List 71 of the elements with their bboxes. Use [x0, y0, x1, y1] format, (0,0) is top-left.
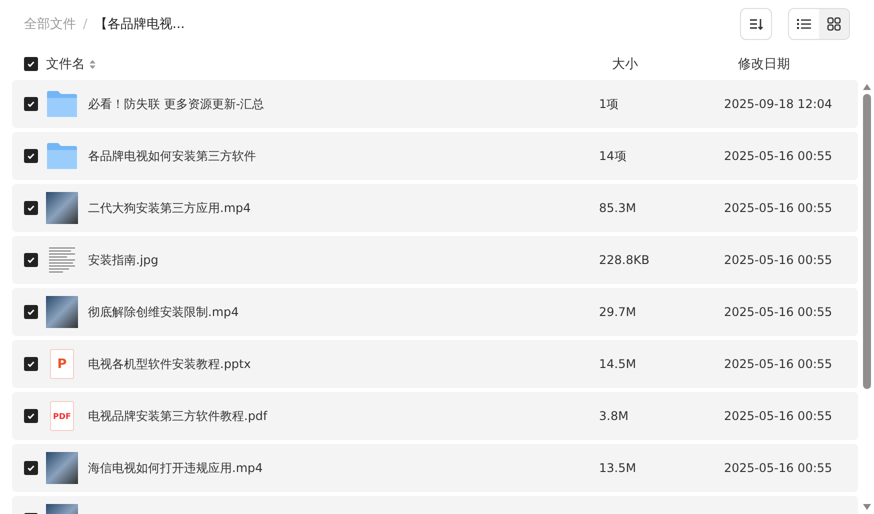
row-checkbox[interactable]	[24, 149, 38, 163]
modified-date: 2025-05-16 00:55	[724, 253, 832, 267]
file-row[interactable]: PDF 电视品牌安装第三方软件教程.pdf 3.8M 2025-05-16 00:55	[12, 392, 858, 440]
checkmark-icon	[27, 464, 35, 472]
file-row[interactable]: 彻底解除创维安装限制.mp4 29.7M 2025-05-16 00:55	[12, 288, 858, 336]
file-size: 228.8KB	[599, 253, 650, 267]
row-checkbox[interactable]	[24, 357, 38, 371]
checkmark-icon	[27, 100, 35, 108]
modified-date: 2025-09-18 12:04	[724, 97, 832, 111]
file-name[interactable]: 各品牌电视如何安装第三方软件	[88, 148, 599, 164]
file-size: 1项	[599, 96, 620, 112]
folder-icon	[46, 90, 78, 118]
select-all-checkbox[interactable]	[24, 57, 38, 71]
checkmark-icon	[27, 308, 35, 316]
scrollbar-thumb[interactable]	[863, 94, 871, 389]
file-name[interactable]: 电视各机型软件安装教程.pptx	[88, 356, 599, 372]
file-name[interactable]: 海信电视如何打开违规应用.mp4	[88, 460, 599, 476]
file-size: 14.5M	[599, 357, 638, 371]
video-thumbnail-placeholder	[46, 296, 78, 328]
column-header[interactable]: 文件名	[46, 55, 85, 73]
folder-icon	[46, 142, 78, 170]
row-checkbox[interactable]	[24, 305, 38, 319]
video-thumbnail-placeholder	[46, 452, 78, 484]
file-row[interactable]: 各品牌电视如何安装第三方软件 14项 2025-05-16 00:55	[12, 132, 858, 180]
file-name[interactable]: 二代大狗安装第三方应用.mp4	[88, 200, 599, 216]
pdf-file-icon: PDF	[50, 401, 74, 431]
checkmark-icon	[27, 360, 35, 368]
presentation-file-icon: P	[50, 349, 74, 379]
sort-button[interactable]	[740, 8, 772, 40]
file-name[interactable]: 安装指南.jpg	[88, 252, 599, 268]
row-checkbox[interactable]	[24, 461, 38, 475]
file-size: 85.3M	[599, 201, 638, 215]
modified-date: 2025-05-16 00:55	[724, 149, 832, 163]
file-size: 14项	[599, 148, 628, 164]
file-row[interactable]: 必看！防失联 更多资源更新-汇总 1项 2025-09-18 12:04	[12, 80, 858, 128]
modified-date: 2025-05-16 00:55	[724, 409, 832, 423]
file-size: 3.8M	[599, 409, 630, 423]
file-row[interactable]: 海信电视如何打开违规应用.mp4 13.5M 2025-05-16 00:55	[12, 444, 858, 492]
checkmark-icon	[27, 204, 35, 212]
breadcrumb-separator: /	[83, 16, 88, 32]
row-checkbox[interactable]	[24, 253, 38, 267]
file-size: 13.5M	[599, 461, 638, 475]
video-thumbnail-placeholder	[46, 192, 78, 224]
checkmark-icon	[27, 60, 35, 68]
grid-view-button[interactable]	[819, 9, 849, 39]
checkmark-icon	[27, 412, 35, 420]
row-checkbox[interactable]	[24, 201, 38, 215]
modified-date: 2025-05-16 00:55	[724, 357, 832, 371]
row-checkbox[interactable]	[24, 409, 38, 423]
scroll-down-icon[interactable]	[863, 504, 871, 510]
checkmark-icon	[27, 152, 35, 160]
modified-date: 2025-05-16 00:55	[724, 305, 832, 319]
file-name[interactable]: 必看！防失联 更多资源更新-汇总	[88, 96, 599, 112]
row-checkbox[interactable]	[24, 97, 38, 111]
column-header: 大小	[612, 56, 639, 73]
sort-icon	[749, 17, 763, 31]
sort-arrows-icon[interactable]	[89, 58, 96, 70]
file-row[interactable]: P 电视各机型软件安装教程.pptx 14.5M 2025-05-16 00:55	[12, 340, 858, 388]
breadcrumb-item: 【各品牌电视...	[94, 16, 185, 33]
scroll-up-icon[interactable]	[863, 84, 871, 90]
column-header: 修改日期	[738, 56, 790, 73]
file-row[interactable]: 安装指南.jpg 228.8KB 2025-05-16 00:55	[12, 236, 858, 284]
file-name[interactable]: 电视品牌安装第三方软件教程.pdf	[88, 408, 599, 424]
modified-date: 2025-05-16 00:55	[724, 201, 832, 215]
file-row[interactable]: 二代大狗安装第三方应用.mp4 85.3M 2025-05-16 00:55	[12, 184, 858, 232]
grid-icon	[827, 17, 841, 31]
modified-date: 2025-05-16 00:55	[724, 461, 832, 475]
checkmark-icon	[27, 256, 35, 264]
file-name[interactable]: 彻底解除创维安装限制.mp4	[88, 304, 599, 320]
list-icon	[797, 18, 811, 30]
file-size: 29.7M	[599, 305, 638, 319]
